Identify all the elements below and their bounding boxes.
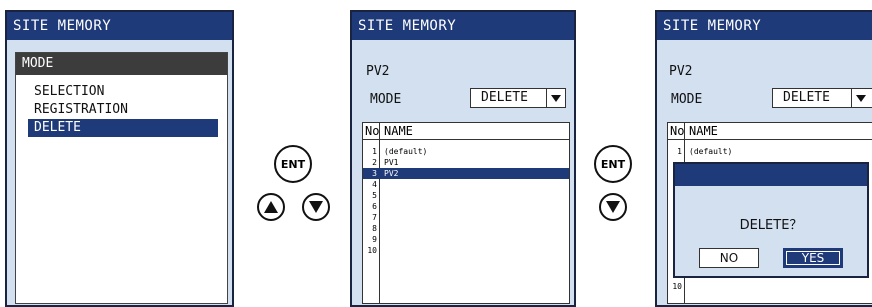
mode-item-selection[interactable]: SELECTION bbox=[28, 83, 218, 101]
row-name: (default) bbox=[689, 147, 733, 156]
mode-item-delete[interactable]: DELETE bbox=[28, 119, 218, 137]
mode-menu-panel: MODE SELECTION REGISTRATION DELETE bbox=[15, 52, 228, 304]
row-number: 7 bbox=[372, 213, 377, 222]
list-row[interactable]: 10 bbox=[668, 281, 872, 292]
site-memory-screen-list: SITE MEMORY PV2 MODE DELETE No NAME 1 (de… bbox=[350, 10, 576, 307]
chevron-down-icon[interactable] bbox=[851, 89, 870, 107]
down-button[interactable] bbox=[302, 193, 330, 221]
list-header: No NAME bbox=[668, 123, 872, 140]
col-name-header: NAME bbox=[384, 124, 413, 138]
triangle-down-icon bbox=[309, 201, 323, 213]
row-name: (default) bbox=[384, 147, 428, 156]
row-name: PV2 bbox=[384, 169, 399, 178]
row-number: 5 bbox=[372, 191, 377, 200]
row-number: 2 bbox=[372, 158, 377, 167]
list-header: No NAME bbox=[363, 123, 569, 140]
up-button[interactable] bbox=[257, 193, 285, 221]
row-number: 10 bbox=[672, 282, 682, 291]
current-pv-label: PV2 bbox=[669, 64, 693, 79]
mode-label: MODE bbox=[671, 92, 703, 107]
yes-button[interactable]: YES bbox=[783, 248, 843, 268]
list-row[interactable]: 4 bbox=[363, 179, 569, 190]
mode-item-registration[interactable]: REGISTRATION bbox=[28, 101, 218, 119]
chevron-down-icon[interactable] bbox=[546, 89, 565, 107]
list-row[interactable]: 1 (default) bbox=[668, 146, 872, 157]
dialog-message: DELETE？ bbox=[739, 218, 803, 233]
mode-dropdown-value: DELETE bbox=[783, 90, 830, 105]
mode-dropdown[interactable]: DELETE bbox=[470, 88, 566, 108]
list-row[interactable]: 10 bbox=[363, 245, 569, 256]
site-list: No NAME 1 (default) 2 PV1 3 PV2 4 5 6 7 8 9… bbox=[362, 122, 570, 304]
row-number: 1 bbox=[677, 147, 682, 156]
dialog-titlebar bbox=[675, 164, 867, 186]
list-row[interactable]: 6 bbox=[363, 201, 569, 212]
site-memory-screen-mode-menu: SITE MEMORY MODE SELECTION REGISTRATION … bbox=[5, 10, 234, 307]
site-memory-screen-delete-confirm: SITE MEMORY PV2 MODE DELETE No NAME 1 (de… bbox=[655, 10, 872, 307]
row-number: 1 bbox=[372, 147, 377, 156]
current-pv-label: PV2 bbox=[366, 64, 390, 79]
ent-label: ENT bbox=[600, 157, 626, 171]
row-number: 8 bbox=[372, 224, 377, 233]
triangle-down-icon bbox=[606, 201, 620, 213]
list-row[interactable]: 7 bbox=[363, 212, 569, 223]
screen-title: SITE MEMORY bbox=[352, 12, 574, 40]
row-number: 9 bbox=[372, 235, 377, 244]
down-button[interactable] bbox=[599, 193, 627, 221]
ent-label: ENT bbox=[280, 157, 306, 171]
row-name: PV1 bbox=[384, 158, 399, 167]
mode-menu-header: MODE bbox=[16, 53, 227, 75]
no-button[interactable]: NO bbox=[699, 248, 759, 268]
row-number: 3 bbox=[372, 169, 377, 178]
row-number: 4 bbox=[372, 180, 377, 189]
delete-confirm-dialog: DELETE？ NO YES bbox=[673, 162, 869, 278]
screen-title: SITE MEMORY bbox=[657, 12, 872, 40]
list-row[interactable]: 2 PV1 bbox=[363, 157, 569, 168]
col-name-header: NAME bbox=[689, 124, 718, 138]
col-no-header: No bbox=[365, 124, 380, 138]
screen-title: SITE MEMORY bbox=[7, 12, 232, 40]
list-row-selected[interactable]: 3 PV2 bbox=[363, 168, 569, 179]
col-no-header: No bbox=[670, 124, 685, 138]
list-row[interactable]: 5 bbox=[363, 190, 569, 201]
mode-label: MODE bbox=[370, 92, 402, 107]
row-number: 6 bbox=[372, 202, 377, 211]
list-row[interactable]: 1 (default) bbox=[363, 146, 569, 157]
mode-dropdown-value: DELETE bbox=[481, 90, 528, 105]
mode-dropdown[interactable]: DELETE bbox=[772, 88, 872, 108]
list-row[interactable]: 8 bbox=[363, 223, 569, 234]
triangle-up-icon bbox=[264, 201, 278, 213]
list-row[interactable]: 9 bbox=[363, 234, 569, 245]
ent-button[interactable]: ENT bbox=[594, 145, 632, 183]
ent-button[interactable]: ENT bbox=[274, 145, 312, 183]
row-number: 10 bbox=[367, 246, 377, 255]
